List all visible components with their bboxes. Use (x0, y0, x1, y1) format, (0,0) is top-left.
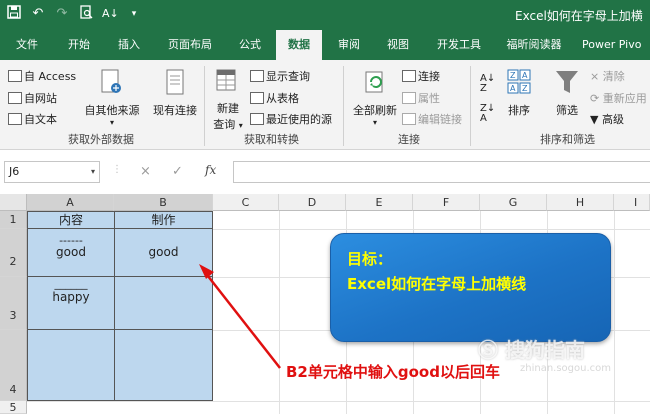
annotation-text: B2单元格中输入good以后回车 (286, 363, 500, 381)
watermark-logo: Ⓢ 搜狗指南 (478, 338, 585, 362)
sogou-logo-icon: Ⓢ (478, 338, 498, 362)
watermark-url: zhinan.sogou.com (520, 363, 612, 374)
